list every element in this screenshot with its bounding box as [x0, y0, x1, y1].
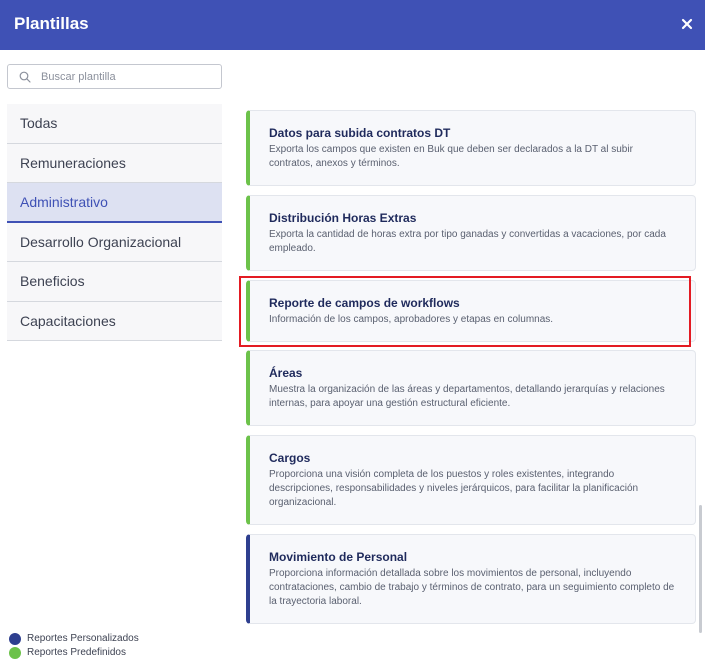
legend: Reportes Personalizados Reportes Predefi… [9, 632, 139, 660]
template-title: Movimiento de Personal [269, 550, 408, 564]
template-title: Reporte de campos de workflows [269, 296, 460, 310]
template-description: Proporciona información detallada sobre … [269, 568, 675, 607]
sidebar-item-capacitaciones[interactable]: Capacitaciones [7, 301, 222, 341]
sidebar-item-administrativo[interactable]: Administrativo [7, 183, 222, 223]
template-description: Exporta los campos que existen en Buk qu… [269, 144, 633, 169]
template-title: Áreas [269, 366, 303, 380]
template-card[interactable]: Áreas Muestra la organización de las áre… [246, 350, 696, 426]
blue-dot-icon [9, 632, 21, 645]
template-list: Datos para subida contratos DT Exporta l… [246, 110, 696, 625]
template-title: Cargos [269, 451, 311, 465]
template-title: Datos para subida contratos DT [269, 126, 451, 140]
legend-item-predefined: Reportes Predefinidos [9, 646, 139, 659]
search-icon [19, 71, 31, 83]
template-title: Distribución Horas Extras [269, 211, 417, 225]
close-icon[interactable] [677, 14, 697, 34]
template-card[interactable]: Cargos Proporciona una visión completa d… [246, 435, 696, 525]
template-description: Información de los campos, aprobadores y… [269, 314, 554, 325]
sidebar-item-todas[interactable]: Todas [7, 104, 222, 144]
green-dot-icon [9, 646, 21, 659]
scrollbar-thumb[interactable] [699, 505, 702, 633]
template-card[interactable]: Datos para subida contratos DT Exporta l… [246, 110, 696, 186]
sidebar-item-beneficios[interactable]: Beneficios [7, 262, 222, 302]
template-description: Exporta la cantidad de horas extra por t… [269, 229, 666, 254]
modal-header: Plantillas [0, 0, 705, 50]
template-card[interactable]: Movimiento de Personal Proporciona infor… [246, 534, 696, 624]
legend-item-custom: Reportes Personalizados [9, 632, 139, 645]
template-card[interactable]: Distribución Horas Extras Exporta la can… [246, 195, 696, 271]
search-input[interactable] [41, 68, 216, 86]
legend-label: Reportes Predefinidos [27, 647, 126, 658]
search-box [7, 64, 222, 89]
sidebar-item-remuneraciones[interactable]: Remuneraciones [7, 143, 222, 183]
template-description: Proporciona una visión completa de los p… [269, 469, 639, 508]
template-card[interactable]: Reporte de campos de workflows Informaci… [246, 280, 696, 342]
category-sidebar: Todas Remuneraciones Administrativo Desa… [7, 104, 222, 341]
modal-title: Plantillas [14, 14, 89, 33]
legend-label: Reportes Personalizados [27, 633, 139, 644]
sidebar-item-desarrollo-organizacional[interactable]: Desarrollo Organizacional [7, 222, 222, 262]
template-description: Muestra la organización de las áreas y d… [269, 384, 665, 409]
